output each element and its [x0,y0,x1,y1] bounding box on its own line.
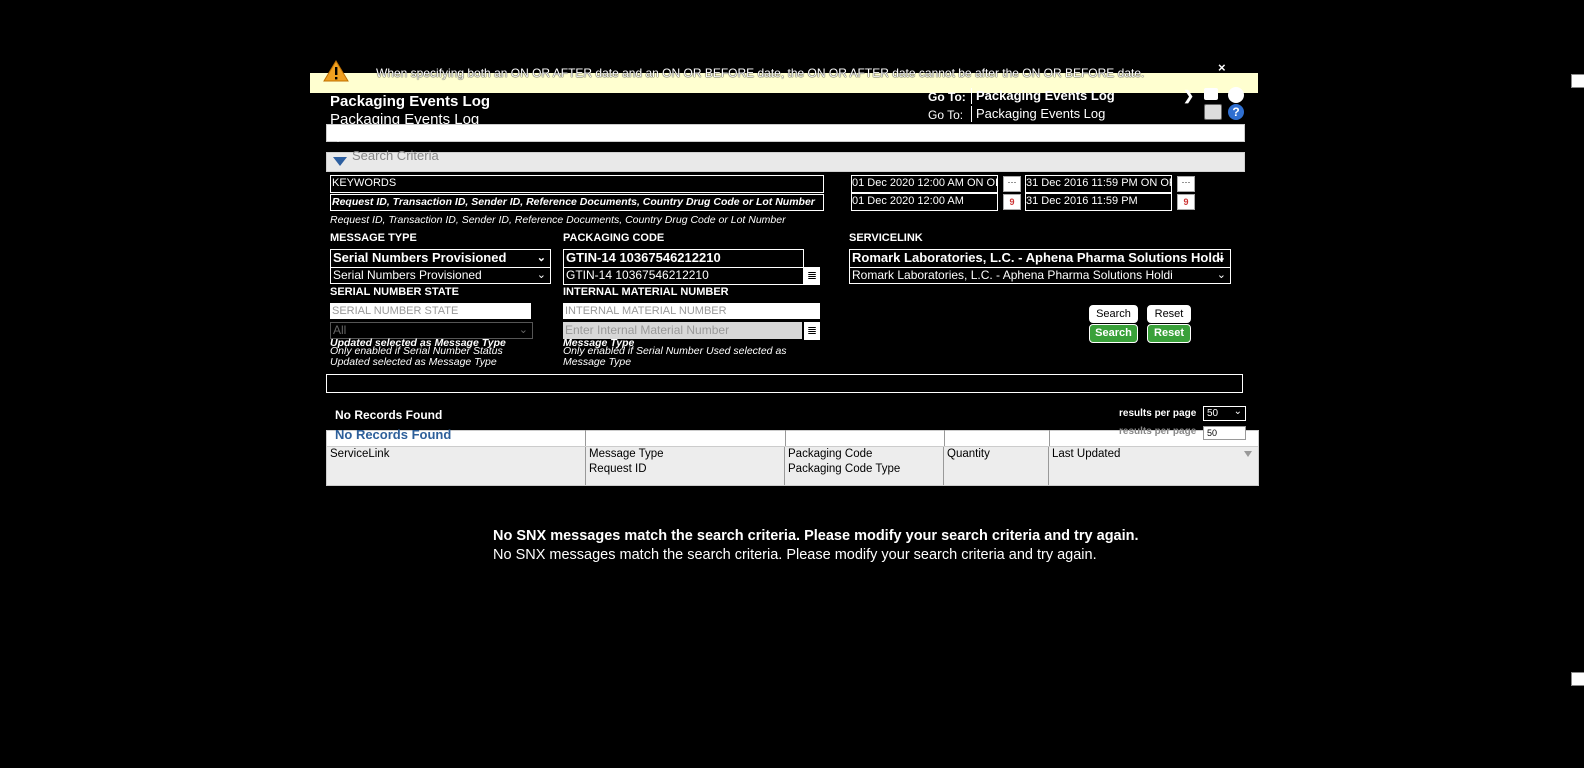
print-icon[interactable] [1204,88,1218,100]
column-servicelink[interactable]: ServiceLink [327,447,586,485]
chevron-down-icon: ⌄ [518,324,528,336]
chevron-down-icon: ⌄ [536,252,546,264]
message-type-value: Serial Numbers Provisioned [333,250,507,265]
results-per-page-select-secondary[interactable]: 50 [1203,426,1246,440]
reset-button-ghost[interactable]: Reset [1147,305,1191,323]
empty-message: No SNX messages match the search criteri… [493,528,1139,544]
triangle-down-icon[interactable] [333,157,347,166]
empty-message-shadow: No SNX messages match the search criteri… [493,547,1097,563]
serial-state-hint-2: Updated selected as Message Type [330,356,497,368]
servicelink-label: SERVICELINK [849,232,923,244]
keywords-input[interactable]: Request ID, Transaction ID, Sender ID, R… [330,194,824,211]
servicelink-value: Romark Laboratories, L.C. - Aphena Pharm… [852,250,1224,265]
date-before-label: 31 Dec 2016 11:59 PM ON OR BEFORE [1025,175,1172,193]
print-icon-secondary[interactable] [1204,104,1222,120]
serial-state-label: SERIAL NUMBER STATE [330,286,459,298]
goto-label: Go To: [928,90,966,104]
records-status-secondary: No Records Found [335,427,452,442]
message-type-label: MESSAGE TYPE [330,232,417,244]
chevron-down-icon: ⌄ [1233,406,1242,417]
help-icon-secondary[interactable]: ? [1228,104,1244,120]
list-icon[interactable]: ≣ [804,322,820,340]
column-divider [785,430,786,446]
triangle-down-icon-small [334,137,342,142]
date-after-input[interactable]: 01 Dec 2020 12:00 AM [851,193,998,211]
scroll-marker-bottom [1571,672,1584,686]
calendar-icon-after[interactable]: 9 [1003,194,1021,210]
packaging-code-label: PACKAGING CODE [563,232,665,244]
search-button-ghost[interactable]: Search [1089,305,1138,323]
results-per-page-select[interactable]: 50 ⌄ [1203,406,1246,421]
packaging-code-value: GTIN-14 10367546212210 [566,250,721,265]
search-criteria-label: Search Criteria [352,148,439,163]
column-last-updated[interactable]: Last Updated [1049,447,1257,485]
goto-label-shadow: Go To: [928,108,964,122]
warning-triangle-icon [323,60,349,82]
records-status: No Records Found [335,408,443,422]
internal-material-label: INTERNAL MATERIAL NUMBER [563,286,729,298]
help-icon[interactable] [1228,87,1244,103]
message-type-select[interactable]: Serial Numbers Provisioned ⌄ [330,249,551,268]
search-button[interactable]: Search [1089,324,1138,343]
column-packaging-code[interactable]: Packaging Code Packaging Code Type [785,447,944,485]
column-quantity[interactable]: Quantity [944,447,1049,485]
chevron-down-icon: ⌄ [1216,252,1226,264]
reset-button[interactable]: Reset [1147,324,1191,343]
results-per-page-label-secondary: results per page [1119,426,1197,437]
date-after-label: 01 Dec 2020 12:00 AM ON OR AFTER [851,175,998,193]
keywords-label-box: KEYWORDS [330,175,824,193]
servicelink-select[interactable]: Romark Laboratories, L.C. - Aphena Pharm… [849,249,1231,268]
internal-material-hint-2: Message Type [563,356,632,368]
goto-select-shadow: Packaging Events Log [971,106,1198,122]
search-criteria-toggle[interactable] [326,152,1245,172]
results-divider [326,374,1243,393]
packaging-code-input[interactable]: GTIN-14 10367546212210 [563,249,804,268]
results-per-page-label: results per page [1119,408,1197,419]
message-type-select-shadow: Serial Numbers Provisioned ⌄ [330,267,551,284]
date-before-input[interactable]: 31 Dec 2016 11:59 PM [1025,193,1172,211]
serial-state-placeholder: SERIAL NUMBER STATE [330,303,531,319]
warning-message: When specifying both an ON OR AFTER date… [376,66,1145,80]
close-icon[interactable]: × [1218,60,1226,75]
scroll-marker-top [1571,74,1584,88]
column-divider [1049,430,1050,446]
serial-state-value: All [333,323,347,337]
chevron-down-icon: ❯ [1183,88,1194,103]
date-before-picker-button[interactable]: ··· [1177,176,1195,192]
packaging-code-input-shadow: GTIN-14 10367546212210 [563,267,804,285]
header-bar [326,124,1245,142]
keywords-hint: Request ID, Transaction ID, Sender ID, R… [330,214,786,226]
column-message-type[interactable]: Message Type Request ID [586,447,785,485]
date-after-picker-button[interactable]: ··· [1003,176,1021,192]
servicelink-select-shadow: Romark Laboratories, L.C. - Aphena Pharm… [849,267,1231,284]
calendar-icon-before[interactable]: 9 [1177,194,1195,210]
page-title: Packaging Events Log [330,93,491,110]
goto-select[interactable]: Packaging Events Log ❯ [971,88,1198,104]
sort-desc-icon[interactable] [1244,451,1252,457]
internal-material-placeholder: INTERNAL MATERIAL NUMBER [563,303,820,319]
list-icon[interactable]: ≣ [804,267,820,285]
table-header: ServiceLink Message Type Request ID Packa… [326,446,1259,486]
column-divider [585,430,586,446]
column-divider [944,430,945,446]
goto-select-value: Packaging Events Log [976,88,1115,103]
